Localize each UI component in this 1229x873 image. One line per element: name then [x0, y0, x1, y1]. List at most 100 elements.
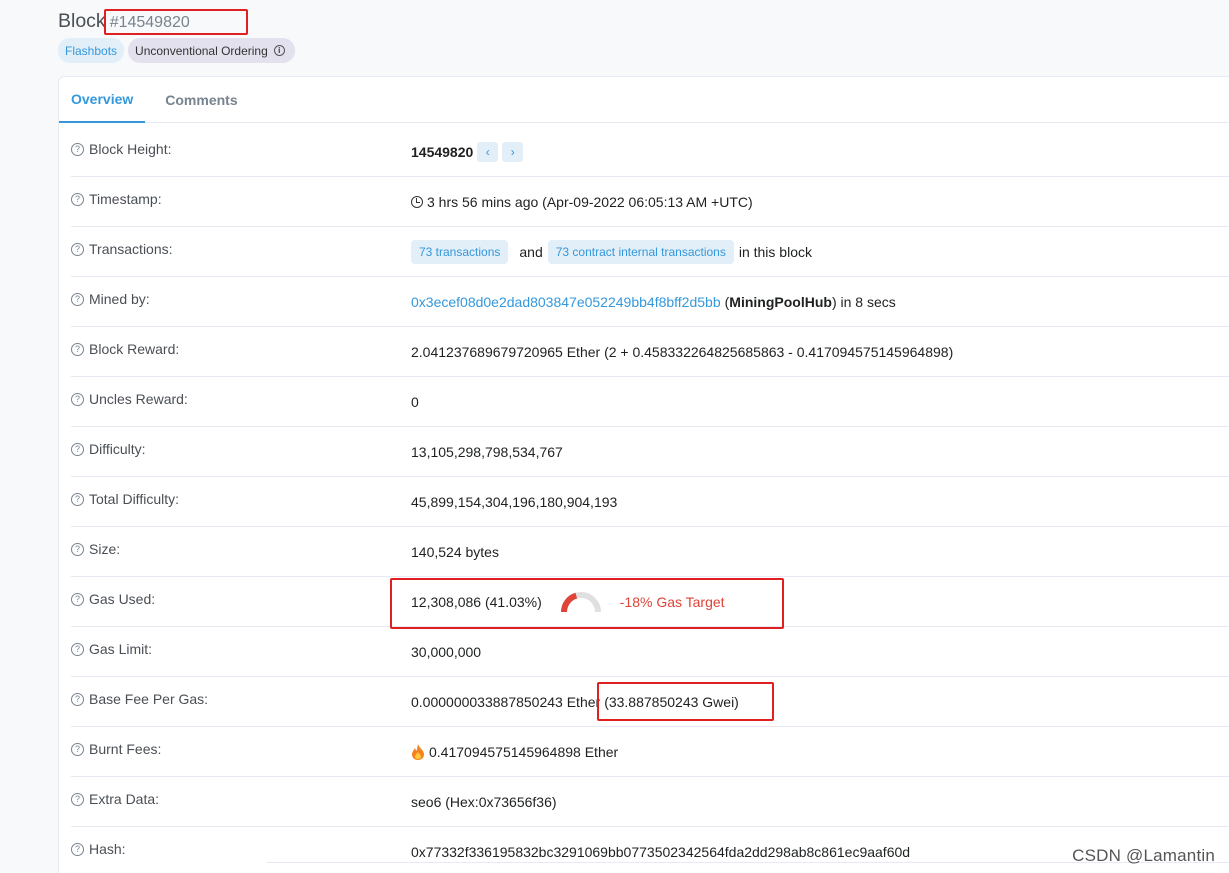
- help-icon[interactable]: ?: [71, 142, 84, 156]
- row-base-fee: ? Base Fee Per Gas: 0.000000033887850243 …: [71, 677, 1229, 727]
- base-fee-value: 0.000000033887850243 Ether: [411, 694, 601, 710]
- in-block-text: in this block: [738, 244, 812, 260]
- row-value: 3 hrs 56 mins ago (Apr-09-2022 06:05:13 …: [411, 177, 753, 227]
- row-timestamp: ? Timestamp: 3 hrs 56 mins ago (Apr-09-20…: [71, 177, 1229, 227]
- label-text: Size:: [89, 541, 121, 557]
- label-text: Difficulty:: [89, 441, 146, 457]
- label-text: Gas Limit:: [89, 641, 153, 657]
- label-text: Base Fee Per Gas:: [89, 691, 209, 707]
- row-label: ? Transactions:: [71, 241, 173, 257]
- row-label: ? Burnt Fees:: [71, 741, 161, 757]
- help-icon[interactable]: ?: [71, 842, 84, 856]
- help-icon[interactable]: ?: [71, 492, 84, 506]
- help-icon[interactable]: ?: [71, 192, 84, 206]
- help-icon[interactable]: ?: [71, 392, 84, 406]
- clock-icon: [411, 196, 423, 208]
- tab-bar: Overview Comments: [59, 77, 1229, 123]
- next-block-button[interactable]: ›: [502, 142, 524, 162]
- label-text: Transactions:: [89, 241, 173, 257]
- row-value: 12,308,086 (41.03%) -18% Gas Target: [411, 577, 725, 627]
- row-value: 2.041237689679720965 Ether (2 + 0.458332…: [411, 327, 953, 377]
- hash-value: 0x77332f336195832bc3291069bb077350234256…: [411, 844, 911, 860]
- row-label: ? Mined by:: [71, 291, 150, 307]
- burnt-fees-value: 0.417094575145964898 Ether: [429, 744, 619, 760]
- detail-rows: ? Block Height: 14549820 ‹ › ? Timestamp: …: [71, 127, 1229, 873]
- help-icon[interactable]: ?: [71, 592, 84, 606]
- row-label: ? Extra Data:: [71, 791, 159, 807]
- row-value: 73 transactions and 73 contract internal…: [411, 227, 812, 277]
- transactions-link[interactable]: 73 transactions: [411, 240, 509, 264]
- gas-gauge-fill: [560, 592, 578, 613]
- label-text: Hash:: [89, 841, 126, 857]
- label-text: Gas Used:: [89, 591, 156, 607]
- help-icon[interactable]: ?: [71, 742, 84, 756]
- label-text: Block Reward:: [89, 341, 180, 357]
- row-value: 0.000000033887850243 Ether (33.887850243…: [411, 677, 739, 727]
- row-block-reward: ? Block Reward: 2.041237689679720965 Ethe…: [71, 327, 1229, 377]
- row-value: 0: [411, 377, 419, 427]
- internal-transactions-link[interactable]: 73 contract internal transactions: [547, 240, 734, 264]
- help-icon[interactable]: ?: [71, 442, 84, 456]
- tab-overview[interactable]: Overview: [59, 77, 146, 123]
- block-height-value: 14549820: [411, 144, 474, 160]
- label-text: Extra Data:: [89, 791, 160, 807]
- help-icon[interactable]: ?: [71, 642, 84, 656]
- extra-data-value: seo6 (Hex:0x73656f36): [411, 794, 557, 810]
- help-icon[interactable]: ?: [71, 692, 84, 706]
- total-difficulty-value: 45,899,154,304,196,180,904,193: [411, 494, 618, 510]
- row-value: 140,524 bytes: [411, 527, 499, 577]
- unconventional-ordering-label: Unconventional Ordering: [135, 43, 268, 58]
- help-icon[interactable]: ?: [71, 792, 84, 806]
- row-value: 45,899,154,304,196,180,904,193: [411, 477, 617, 527]
- watermark-text: CSDN @Lamantin: [1072, 846, 1215, 865]
- row-label: ? Hash:: [71, 841, 126, 857]
- row-difficulty: ? Difficulty: 13,105,298,798,534,767: [71, 427, 1229, 477]
- gas-target-text: -18% Gas Target: [619, 594, 725, 610]
- row-transactions: ? Transactions: 73 transactions and 73 co…: [71, 227, 1229, 277]
- row-label: ? Uncles Reward:: [71, 391, 188, 407]
- row-burnt-fees: ? Burnt Fees: 0.417094575145964898 Ether: [71, 727, 1229, 777]
- prev-block-button[interactable]: ‹: [477, 142, 499, 162]
- row-label: ? Size:: [71, 541, 120, 557]
- mining-pool-name: MiningPoolHub: [729, 294, 832, 310]
- mined-time-text: ) in 8 secs: [831, 294, 896, 310]
- size-value: 140,524 bytes: [411, 544, 499, 560]
- uncles-reward-value: 0: [411, 394, 419, 410]
- base-fee-gwei: (33.887850243 Gwei): [604, 694, 739, 710]
- and-text: and: [519, 244, 543, 260]
- label-text: Timestamp:: [89, 191, 162, 207]
- block-number-heading: #14549820: [109, 14, 190, 31]
- block-overview-card: Overview Comments ? Block Height: 1454982…: [58, 76, 1229, 873]
- flame-icon: [412, 744, 424, 760]
- unconventional-ordering-badge[interactable]: Unconventional Ordering i: [128, 38, 295, 63]
- help-icon[interactable]: ?: [71, 342, 84, 356]
- row-label: ? Timestamp:: [71, 191, 162, 207]
- row-label: ? Block Height:: [71, 141, 171, 157]
- help-icon[interactable]: ?: [71, 292, 84, 306]
- row-value: 0x3ecef08d0e2dad803847e052249bb4f8bff2d5…: [411, 277, 896, 327]
- block-reward-value: 2.041237689679720965 Ether (2 + 0.458332…: [411, 344, 954, 360]
- row-size: ? Size: 140,524 bytes: [71, 527, 1229, 577]
- row-block-height: ? Block Height: 14549820 ‹ ›: [71, 127, 1229, 177]
- label-text: Block Height:: [89, 141, 172, 157]
- label-text: Total Difficulty:: [89, 491, 179, 507]
- info-icon[interactable]: i: [273, 45, 285, 56]
- help-icon[interactable]: ?: [71, 542, 84, 556]
- difficulty-value: 13,105,298,798,534,767: [411, 444, 563, 460]
- row-label: ? Difficulty:: [71, 441, 146, 457]
- miner-address-link[interactable]: 0x3ecef08d0e2dad803847e052249bb4f8bff2d5…: [411, 294, 721, 310]
- label-text: Burnt Fees:: [89, 741, 162, 757]
- row-extra-data: ? Extra Data: seo6 (Hex:0x73656f36): [71, 777, 1229, 827]
- flashbots-badge[interactable]: Flashbots: [58, 38, 125, 63]
- tab-comments[interactable]: Comments: [153, 77, 249, 123]
- row-gas-limit: ? Gas Limit: 30,000,000: [71, 627, 1229, 677]
- gas-limit-value: 30,000,000: [411, 644, 482, 660]
- help-icon[interactable]: ?: [71, 242, 84, 256]
- row-total-difficulty: ? Total Difficulty: 45,899,154,304,196,18…: [71, 477, 1229, 527]
- label-text: Mined by:: [89, 291, 150, 307]
- row-label: ? Total Difficulty:: [71, 491, 179, 507]
- row-label: ? Block Reward:: [71, 341, 179, 357]
- row-value: 30,000,000: [411, 627, 481, 677]
- row-label: ? Gas Limit:: [71, 641, 152, 657]
- page-title: Block: [58, 10, 106, 32]
